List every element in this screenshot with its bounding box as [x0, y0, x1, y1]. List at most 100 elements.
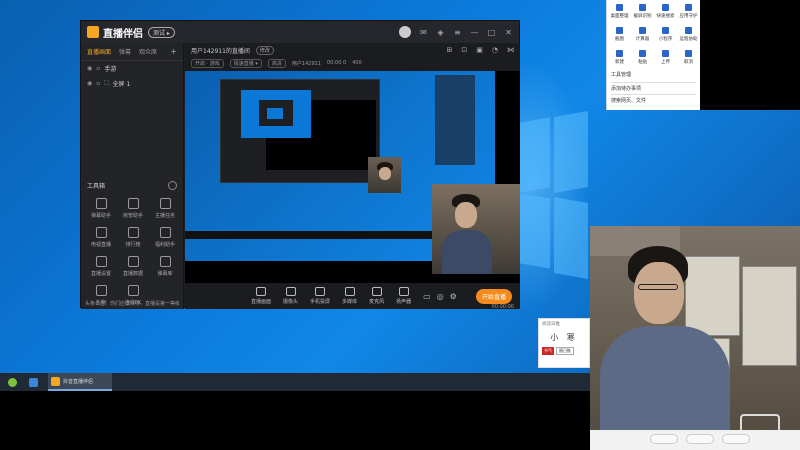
gift-icon[interactable]: ⊞	[447, 46, 453, 54]
tool-item[interactable]: 桌面整理	[608, 4, 631, 19]
skin-icon[interactable]: ◈	[436, 28, 445, 37]
app-logo-icon	[87, 26, 99, 38]
tool-item[interactable]: 截屏识别	[631, 4, 654, 19]
avatar[interactable]	[399, 26, 411, 38]
fullscreen-icon: ⛶	[104, 79, 109, 87]
image-icon[interactable]: ▣	[476, 46, 483, 54]
tab-danmaku[interactable]: 弹幕	[119, 47, 131, 56]
eye-icon[interactable]: ◎	[437, 292, 444, 301]
tool-manage-link[interactable]: 工具管理	[607, 69, 700, 80]
present-icon	[95, 285, 107, 296]
speaker-button[interactable]: 扬声器	[396, 287, 411, 305]
phone-cast-button[interactable]: 手机投屏	[310, 287, 330, 305]
scan-icon	[639, 4, 646, 11]
app-shortcut-icon[interactable]	[29, 377, 38, 387]
eye-icon[interactable]: ◉	[87, 80, 92, 87]
speaker-icon	[398, 287, 409, 296]
menu-icon[interactable]: ≡	[453, 28, 462, 37]
paste-icon	[639, 50, 646, 57]
recursive-window	[220, 79, 380, 183]
tab-audience[interactable]: 观众席	[139, 47, 157, 56]
glasses-icon	[638, 284, 678, 290]
start-icon[interactable]	[8, 377, 17, 387]
record-icon[interactable]: ▭	[423, 292, 431, 301]
webcam-pill[interactable]	[722, 434, 750, 444]
stat-1: 00:00 0	[327, 60, 347, 66]
eye-icon[interactable]: ◉	[87, 65, 92, 72]
card-button[interactable]: 随日推	[556, 347, 574, 355]
toolbox-settings-icon[interactable]	[168, 181, 177, 190]
start-live-button[interactable]: 开始直播	[475, 288, 512, 304]
tool-item[interactable]: 远程协助	[677, 27, 700, 42]
tool-item[interactable]: 主播任务	[149, 198, 181, 219]
card-title: 小 寒	[550, 333, 578, 342]
announcement-text: 头条公告：你们应该对待，直播是第一等级，要上一层楼	[85, 301, 179, 307]
shield-icon	[685, 4, 692, 11]
add-todo-link[interactable]: 添加待办事项	[611, 82, 696, 94]
tab-live-scene[interactable]: 直播画面	[87, 47, 111, 56]
room-info-row: 开启 · 游戏 极速直播 ▾ 高清 用户142911 00:00 0 400	[185, 57, 520, 69]
bell-icon[interactable]: ◔	[492, 46, 498, 54]
tool-item[interactable]: 房管助手	[117, 198, 149, 219]
phone-icon	[315, 287, 326, 296]
camera-icon	[285, 287, 296, 296]
gear-icon[interactable]: ⚙	[450, 292, 457, 301]
tool-item[interactable]: 应用守护	[677, 4, 700, 19]
pk-icon	[127, 285, 139, 296]
add-scene-icon[interactable]: +	[170, 47, 177, 56]
taskbar-app-button[interactable]: 抖音直播伴侣	[48, 373, 112, 391]
nested-screen	[241, 90, 311, 138]
close-icon[interactable]: ✕	[504, 28, 513, 37]
tool-item[interactable]: 新建	[608, 50, 631, 65]
tool-item[interactable]: 粘贴	[631, 50, 654, 65]
mode-select[interactable]: 极速直播 ▾	[229, 58, 262, 68]
lock-icon[interactable]: ▫	[96, 65, 100, 72]
tool-item[interactable]: 小程序	[654, 27, 677, 42]
camera-button[interactable]: 摄像头	[283, 287, 298, 305]
search-field[interactable]: 搜索网页、文件	[611, 94, 696, 106]
live-companion-window: 直播伴侣 测试 ▸ ✉ ◈ ≡ — □ ✕ 直播画面 弹幕 观众席 + ◉ ▫ …	[80, 20, 520, 310]
share-icon[interactable]: ⋈	[507, 46, 514, 54]
tool-item[interactable]: 计算器	[631, 27, 654, 42]
tool-item[interactable]: 电视直播	[85, 227, 117, 248]
tool-item[interactable]: 直播数据	[117, 256, 149, 277]
room-edit-button[interactable]: 修改	[255, 45, 274, 55]
scene-item[interactable]: ◉ ▫ 手游	[81, 61, 183, 76]
tool-item[interactable]: 排行榜	[117, 227, 149, 248]
quality-select[interactable]: 高清	[267, 58, 286, 68]
face	[634, 262, 684, 324]
beta-badge[interactable]: 测试 ▸	[148, 26, 175, 38]
message-icon[interactable]: ✉	[419, 28, 428, 37]
tool-item[interactable]: 上传	[654, 50, 677, 65]
tool-item[interactable]: 弹幕助手	[85, 198, 117, 219]
scene-item[interactable]: ◉ ▫ ⛶ 全屏 1	[81, 76, 183, 91]
black-band	[0, 391, 590, 450]
tool-item[interactable]: 截图	[608, 27, 631, 42]
calculator-icon	[639, 27, 646, 34]
live-preview[interactable]	[185, 71, 520, 283]
media-button[interactable]: 多媒体	[342, 287, 357, 305]
tool-item[interactable]: 快速搜索	[654, 4, 677, 19]
toolbox-grid: 弹幕助手 房管助手 主播任务 电视直播 排行榜 福利助手 直播设置 直播数据 弹…	[85, 198, 181, 306]
solar-term-card[interactable]: 阅读日推 小 寒 节气 随日推	[538, 318, 590, 368]
screenshot-icon	[616, 27, 623, 34]
minimize-icon[interactable]: —	[470, 28, 479, 37]
app-title: 直播伴侣	[103, 28, 143, 40]
lock-icon[interactable]: ▫	[96, 80, 100, 87]
toolbox-header: 工具箱	[87, 181, 177, 190]
microphone-button[interactable]: 麦克风	[369, 287, 384, 305]
tool-item[interactable]: 取消	[677, 50, 700, 65]
webcam-pill[interactable]	[686, 434, 714, 444]
black-region	[700, 0, 800, 110]
card-tag[interactable]: 节气	[542, 347, 554, 355]
webcam-pill[interactable]	[650, 434, 678, 444]
category-select[interactable]: 开启 · 游戏	[191, 58, 224, 68]
live-scene-button[interactable]: 直播画面	[251, 287, 271, 305]
tool-item[interactable]: 福利助手	[149, 227, 181, 248]
lock-icon[interactable]: ⊡	[461, 46, 467, 54]
tool-item[interactable]: 直播设置	[85, 256, 117, 277]
maximize-icon[interactable]: □	[487, 28, 496, 37]
scene-tabs: 直播画面 弹幕 观众席 +	[81, 43, 183, 61]
media-icon	[344, 287, 355, 296]
tool-item[interactable]: 弹幕库	[149, 256, 181, 277]
